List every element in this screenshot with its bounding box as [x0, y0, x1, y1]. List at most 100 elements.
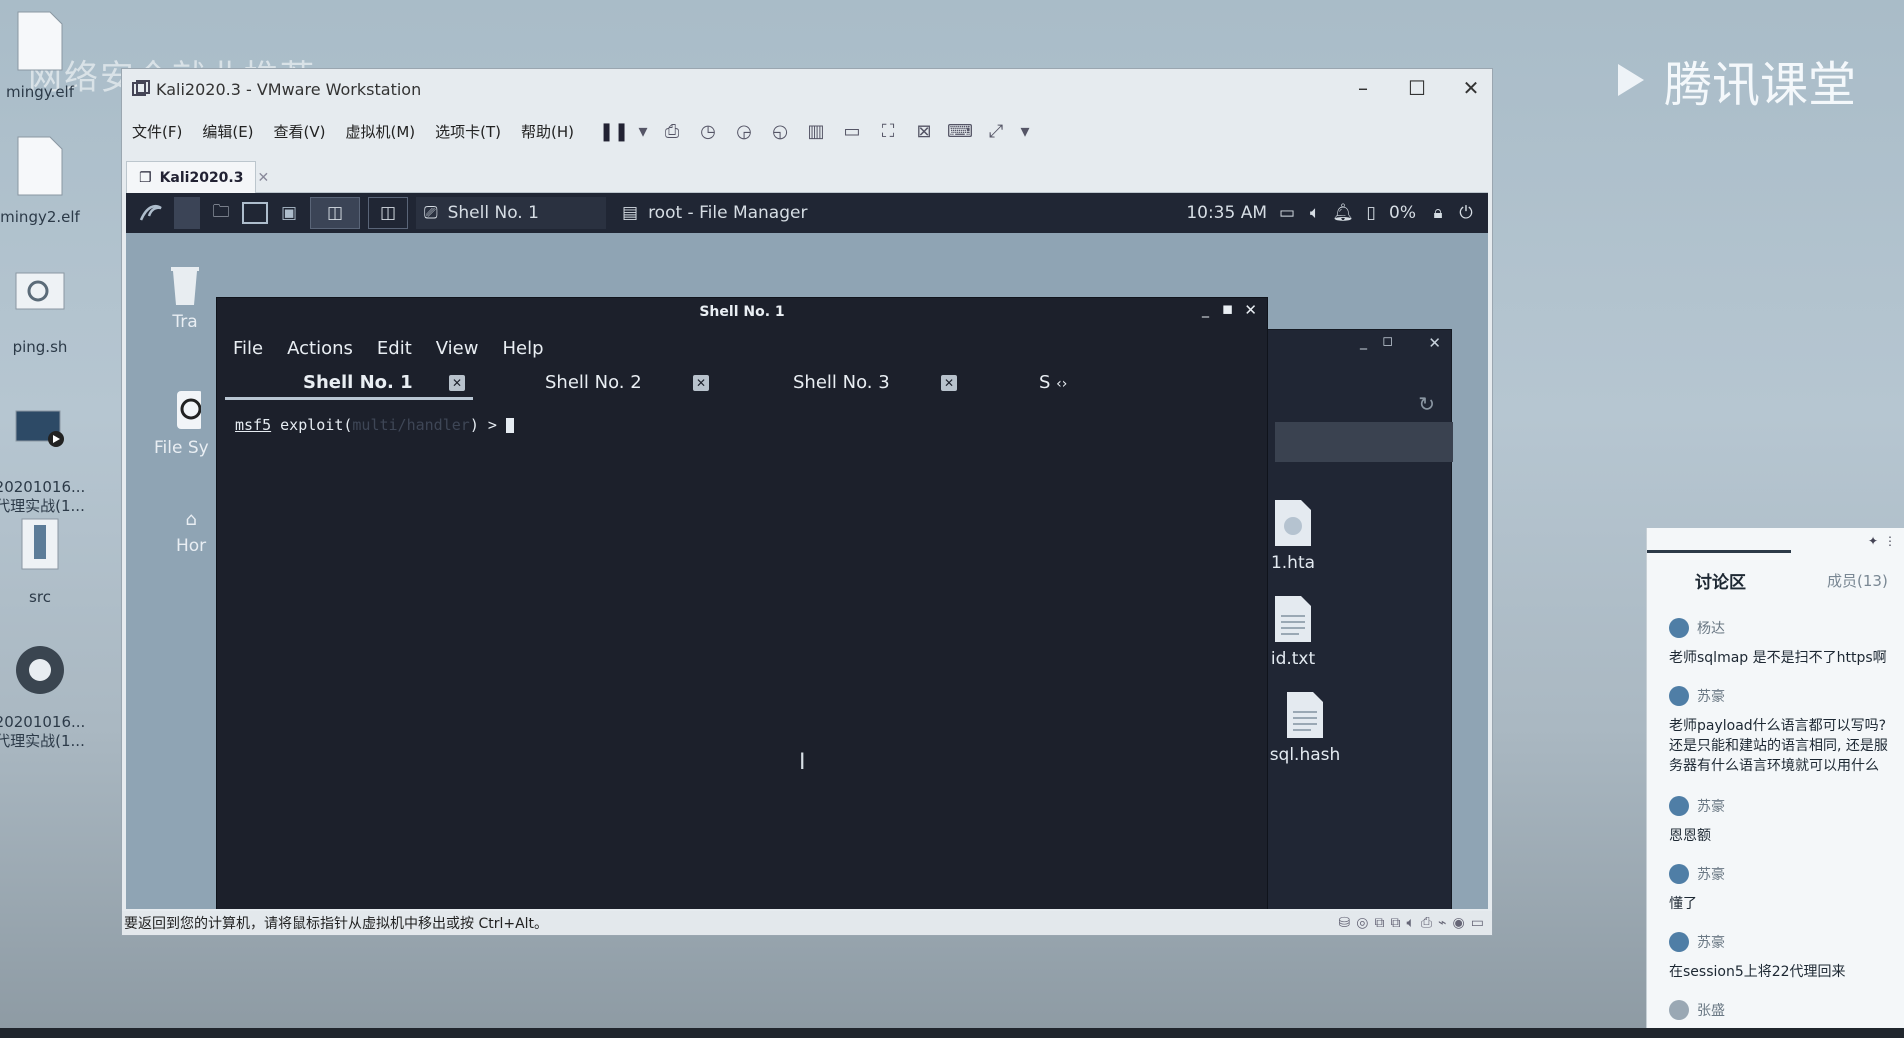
tab-discuss[interactable]: 讨论区 — [1695, 568, 1746, 593]
home-desktop-icon[interactable]: ⌂ Hor — [176, 509, 206, 556]
chat-message: 懂了 — [1669, 896, 1697, 912]
snapshot-manager-icon[interactable]: ◵ — [766, 117, 794, 145]
lock-icon[interactable]: 🔒︎ — [1428, 197, 1448, 229]
terminal-menu-actions[interactable]: Actions — [287, 338, 353, 359]
usb-icon[interactable]: ⌁ — [1438, 915, 1446, 931]
gear-file-icon — [15, 272, 65, 310]
tab-shell-1[interactable]: Shell No. 1 ✕ — [225, 366, 473, 400]
more-icon[interactable]: ⋮ — [1884, 534, 1896, 548]
avatar — [1669, 618, 1689, 638]
tab-shell-3[interactable]: Shell No. 3 ✕ — [721, 366, 969, 400]
power-icon[interactable]: ⏻ — [1456, 197, 1476, 229]
close-tab-icon[interactable]: ✕ — [693, 375, 709, 391]
kali-menu-icon[interactable] — [136, 197, 166, 229]
console-icon[interactable]: ⌨ — [946, 117, 974, 145]
minimize-button[interactable]: – — [1348, 75, 1378, 101]
folder-icon[interactable]: 🗀 — [208, 197, 234, 229]
tab-shell-4[interactable]: S ‹› — [1039, 366, 1079, 400]
pause-icon[interactable]: ❚❚ — [599, 117, 629, 145]
menu-file[interactable]: 文件(F) — [122, 121, 192, 142]
fm-maximize-button[interactable]: ◻ — [1382, 334, 1393, 349]
workspace-1-button[interactable]: ◫ — [310, 197, 360, 229]
taskbar-shell[interactable]: ⎚ Shell No. 1 — [416, 197, 606, 229]
workspace-2-button[interactable]: ◫ — [368, 197, 408, 229]
terminal-menu-file[interactable]: File — [233, 338, 263, 359]
close-tab-icon[interactable]: ✕ — [257, 170, 269, 186]
sound-icon[interactable]: 🔈︎ — [1407, 915, 1415, 931]
close-tab-icon[interactable]: ✕ — [941, 375, 957, 391]
taskbar-file-manager[interactable]: ▤ root - File Manager — [614, 197, 815, 229]
thumbnail-icon[interactable]: ▭ — [838, 117, 866, 145]
display-icon[interactable]: ▭ — [1277, 197, 1297, 229]
fm-close-button[interactable]: ✕ — [1428, 334, 1441, 352]
pin-icon[interactable]: ✦ — [1868, 534, 1878, 548]
send-keys-icon[interactable]: ⎙ — [658, 117, 686, 145]
refresh-icon[interactable]: ↻ — [1418, 392, 1435, 416]
chevron-down-icon[interactable]: ▾ — [1018, 117, 1032, 145]
file-icon — [17, 11, 63, 71]
terminal-prompt[interactable]: msf5 exploit(multi/handler) > — [235, 416, 514, 434]
terminal-close-button[interactable]: ✕ — [1244, 301, 1257, 319]
terminal-launcher-icon[interactable] — [242, 202, 268, 224]
menu-edit[interactable]: 编辑(E) — [192, 121, 263, 142]
volume-icon[interactable]: 🔈︎ — [1305, 197, 1325, 229]
monitor-icon[interactable]: ▣ — [276, 197, 302, 229]
terminal-title: Shell No. 1 — [699, 304, 785, 320]
network-icon[interactable]: ⧉ — [1375, 915, 1385, 931]
revert-snapshot-icon[interactable]: ◶ — [730, 117, 758, 145]
home-icon: ⌂ — [185, 509, 197, 530]
tab-label: Kali2020.3 — [159, 169, 244, 186]
hdd-icon[interactable]: ⛁ — [1339, 915, 1351, 931]
file-sql-hash[interactable]: sql.hash — [1265, 690, 1345, 765]
menu-help[interactable]: 帮助(H) — [511, 121, 584, 142]
trash-desktop-icon[interactable]: Tra — [170, 263, 200, 332]
chat-username: 杨达 — [1669, 618, 1725, 638]
display-icon[interactable]: ▭ — [1471, 915, 1484, 931]
chevron-down-icon[interactable]: ▾ — [636, 117, 650, 145]
cd-icon[interactable]: ◎ — [1356, 915, 1368, 931]
drive-icon — [177, 391, 204, 429]
filesystem-desktop-icon[interactable]: File Sy — [154, 389, 209, 458]
terminal-minimize-button[interactable]: _ — [1202, 302, 1209, 318]
menu-vm[interactable]: 虚拟机(M) — [336, 121, 426, 142]
unity-icon[interactable]: ⊠ — [910, 117, 938, 145]
tab-shell-2[interactable]: Shell No. 2 ✕ — [473, 366, 721, 400]
menu-view[interactable]: 查看(V) — [264, 121, 336, 142]
desktop-icon-mingy-elf[interactable]: mingy.elf — [0, 10, 90, 102]
tab-members[interactable]: 成员(13) — [1827, 570, 1888, 591]
desktop-icon-src[interactable]: src — [0, 515, 90, 607]
terminal-menu-view[interactable]: View — [436, 338, 479, 359]
desktop-icon-label: File Sy — [154, 438, 209, 458]
terminal-maximize-button[interactable]: ◼ — [1222, 302, 1233, 317]
show-desktop-icon[interactable] — [174, 197, 200, 229]
desktop-icon-ping-sh[interactable]: ping.sh — [0, 265, 90, 357]
tab-kali[interactable]: ❐ Kali2020.3 ✕ — [126, 161, 269, 193]
desktop-icon-video-2[interactable]: 20201016... 代理实战(1... — [0, 640, 90, 751]
menu-tabs[interactable]: 选项卡(T) — [425, 121, 511, 142]
fm-path-bar[interactable] — [1275, 422, 1453, 462]
notification-bell-icon[interactable]: 🔔︎ — [1332, 197, 1354, 229]
desktop-icon-label: 代理实战(1... — [0, 497, 85, 515]
network-icon[interactable]: ⧉ — [1391, 915, 1401, 931]
sidebar-toggle-icon[interactable]: ▥ — [802, 117, 830, 145]
desktop-icon-mingy2-elf[interactable]: mingy2.elf — [0, 135, 90, 227]
fullscreen-icon[interactable]: ⛶ — [874, 117, 902, 145]
close-tab-icon[interactable]: ✕ — [449, 375, 465, 391]
guest-screen[interactable]: 🗀 ▣ ◫ ◫ ⎚ Shell No. 1 ▤ root - File Mana… — [126, 193, 1488, 909]
fm-minimize-button[interactable]: _ — [1360, 334, 1367, 350]
battery-icon[interactable]: ▯ — [1361, 197, 1381, 229]
tab-scroll-icon[interactable]: ‹› — [1056, 376, 1067, 392]
camera-icon[interactable]: ◉ — [1453, 915, 1465, 931]
maximize-button[interactable]: ☐ — [1402, 75, 1432, 101]
terminal-menu-edit[interactable]: Edit — [377, 338, 412, 359]
terminal-menu-help[interactable]: Help — [502, 338, 543, 359]
chat-username: 苏豪 — [1669, 932, 1725, 952]
printer-icon[interactable]: ⎙ — [1421, 915, 1432, 931]
trash-icon — [171, 267, 199, 305]
clock[interactable]: 10:35 AM — [1186, 203, 1267, 223]
stretch-icon[interactable]: ⤢ — [982, 117, 1010, 145]
desktop-icon-video-1[interactable]: 20201016... 代理实战(1... — [0, 405, 90, 516]
snapshot-icon[interactable]: ◷ — [694, 117, 722, 145]
close-button[interactable]: ✕ — [1456, 75, 1486, 101]
brand-text: 腾讯课堂 — [1664, 57, 1857, 113]
